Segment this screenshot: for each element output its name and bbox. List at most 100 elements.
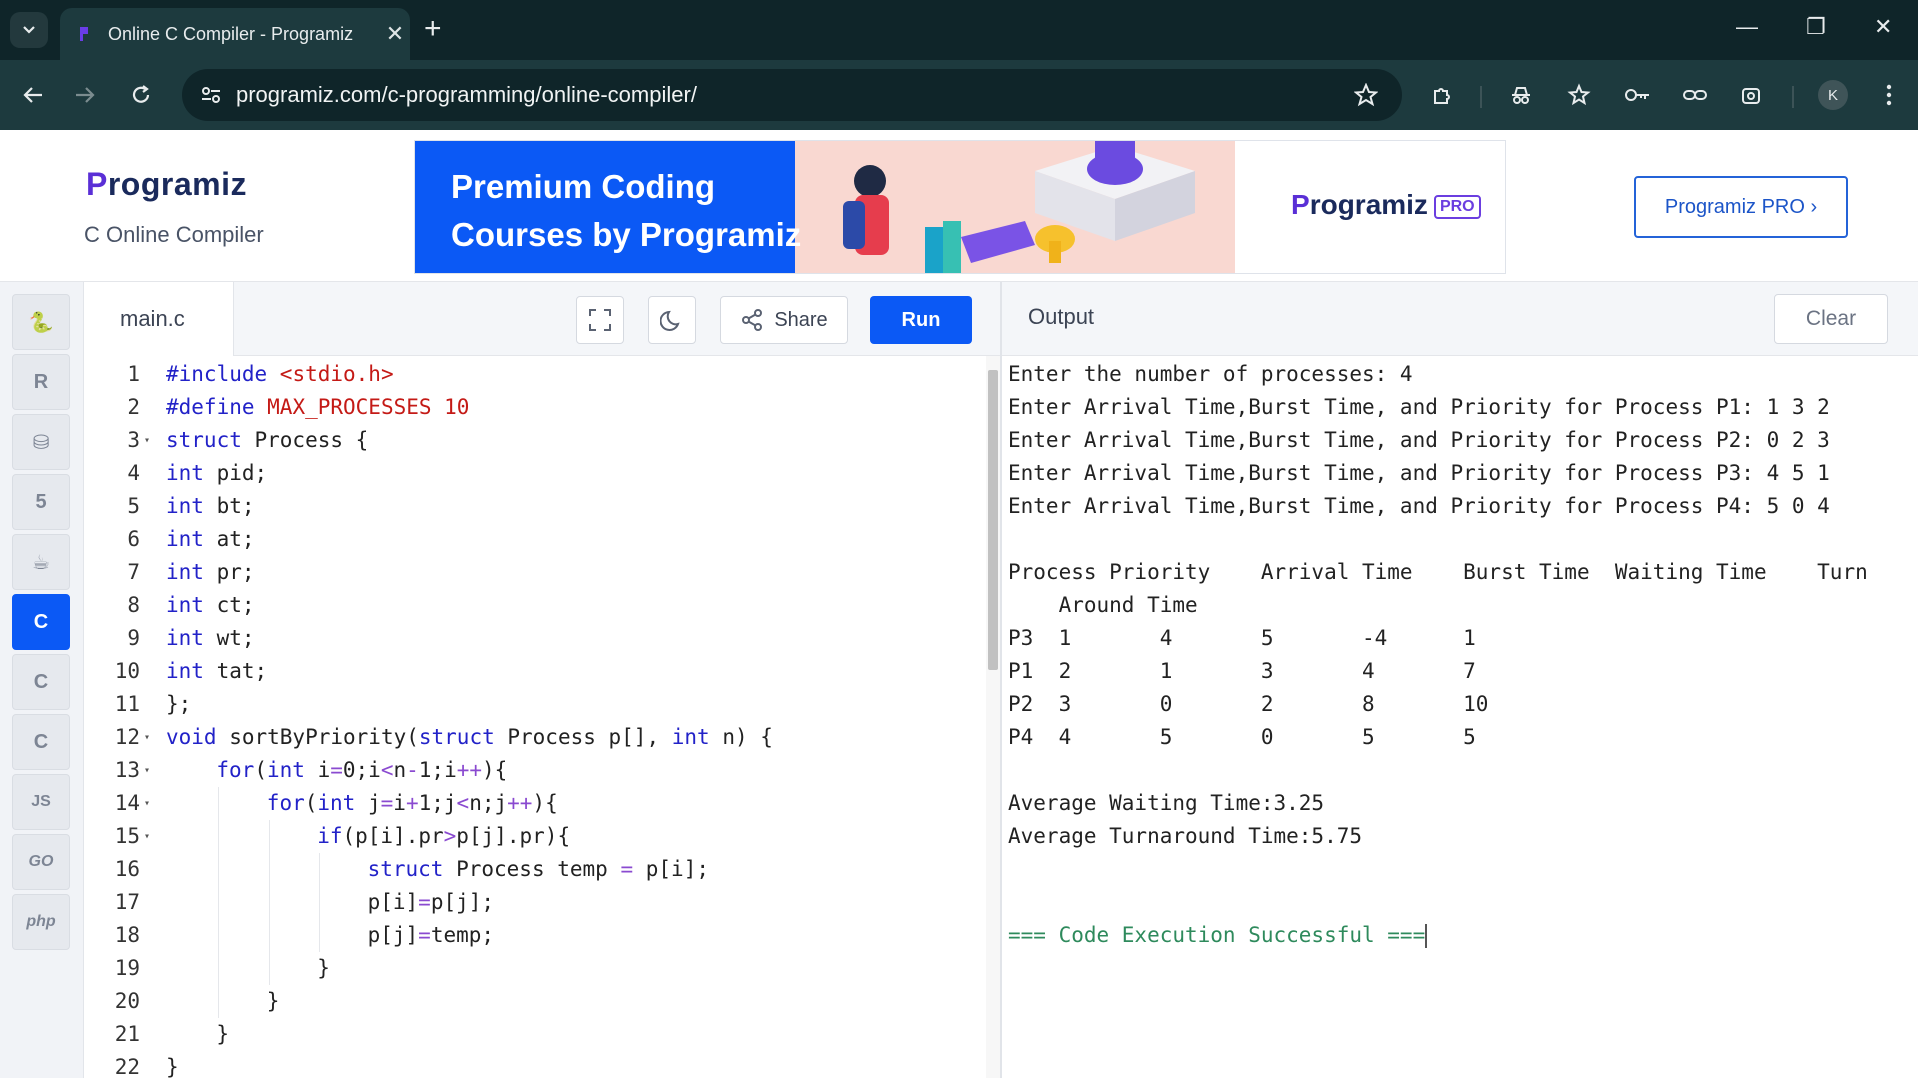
more-options-icon[interactable]	[1874, 80, 1904, 110]
language-javascript-button[interactable]: JS	[12, 774, 70, 830]
code-line[interactable]: 19}	[84, 952, 984, 985]
indent-guide	[218, 952, 220, 985]
fold-toggle-icon[interactable]: ▾	[144, 820, 150, 853]
line-number: 22	[114, 1055, 140, 1078]
code-line[interactable]: 2 #define MAX_PROCESSES 10	[84, 391, 984, 424]
ad-banner[interactable]: Premium Coding Courses by Programiz Prog…	[414, 140, 1506, 274]
language-html-button[interactable]: 5	[12, 474, 70, 530]
password-key-icon[interactable]	[1622, 80, 1652, 110]
language-python-button[interactable]: 🐍	[12, 294, 70, 350]
incognito-icon[interactable]	[1506, 80, 1536, 110]
link-icon[interactable]	[1680, 80, 1710, 110]
code-line[interactable]: 20}	[84, 985, 984, 1018]
editor-header: main.c Share Run	[84, 282, 1000, 356]
java-icon: ☕	[32, 551, 50, 574]
programiz-logo[interactable]: Programiz	[86, 166, 247, 203]
language-go-button[interactable]: GO	[12, 834, 70, 890]
fold-toggle-icon[interactable]: ▾	[144, 721, 150, 754]
code-text: }	[266, 989, 280, 1013]
indent-guide	[268, 853, 270, 886]
output-console: Enter the number of processes: 4 Enter Ar…	[1002, 356, 1918, 1078]
profile-avatar[interactable]: K	[1818, 80, 1848, 110]
close-window-button[interactable]: ✕	[1874, 14, 1892, 40]
pro-badge: PRO	[1433, 194, 1481, 219]
chevron-down-icon	[23, 26, 35, 34]
code-line[interactable]: 14 ▾ for(int j=i+1;j<n;j++){	[84, 787, 984, 820]
c-icon: C	[33, 610, 49, 633]
code-line[interactable]: 10 int tat;	[84, 655, 984, 688]
language-csharp-button[interactable]: C	[12, 714, 70, 770]
code-line[interactable]: 15 ▾ if(p[i].pr>p[j].pr){	[84, 820, 984, 853]
file-tab-main-c[interactable]: main.c	[84, 282, 234, 356]
site-settings-icon[interactable]	[200, 85, 222, 105]
output-line: Process Priority Arrival Time Burst Time…	[1008, 560, 1868, 584]
code-line[interactable]: 5 int bt;	[84, 490, 984, 523]
code-line[interactable]: 4 int pid;	[84, 457, 984, 490]
language-php-button[interactable]: php	[12, 894, 70, 950]
code-line[interactable]: 18 p[j]=temp;	[84, 919, 984, 952]
tab-search-button[interactable]	[10, 12, 48, 48]
dark-mode-button[interactable]	[648, 296, 696, 344]
reload-icon	[132, 85, 150, 103]
code-line[interactable]: 6 int at;	[84, 523, 984, 556]
minimize-window-button[interactable]: —	[1736, 14, 1758, 40]
code-line[interactable]: 9 int wt;	[84, 622, 984, 655]
language-r-button[interactable]: R	[12, 354, 70, 410]
code-text: }	[166, 1055, 179, 1078]
fold-toggle-icon[interactable]: ▾	[144, 787, 150, 820]
language-cpp-button[interactable]: C	[12, 654, 70, 710]
close-tab-icon[interactable]: ✕	[380, 21, 410, 47]
line-number: 13	[114, 758, 140, 782]
code-line[interactable]: 13 ▾ for(int i=0;i<n-1;i++){	[84, 754, 984, 787]
language-c-button[interactable]: C	[12, 594, 70, 650]
code-line[interactable]: 21}	[84, 1018, 984, 1051]
share-button[interactable]: Share	[720, 296, 848, 344]
run-button[interactable]: Run	[870, 296, 972, 344]
indent-guide	[268, 820, 270, 853]
student-books-illustration	[843, 141, 1195, 273]
new-tab-button[interactable]: +	[424, 12, 442, 46]
code-line[interactable]: 22}	[84, 1051, 984, 1078]
back-button[interactable]	[16, 78, 50, 112]
code-line[interactable]: 3 ▾ struct Process {	[84, 424, 984, 457]
share-label: Share	[774, 308, 828, 331]
language-java-button[interactable]: ☕	[12, 534, 70, 590]
clear-button[interactable]: Clear	[1774, 294, 1888, 344]
bookmark-star-icon[interactable]	[1354, 83, 1378, 107]
forward-button[interactable]	[68, 78, 102, 112]
line-number: 1	[127, 362, 140, 386]
language-sql-button[interactable]: ⛁	[12, 414, 70, 470]
code-text: for(int j=i+1;j<n;j++){	[266, 791, 558, 815]
code-text: int ct;	[166, 593, 255, 617]
screenshot-icon[interactable]	[1736, 80, 1766, 110]
address-bar[interactable]: programiz.com/c-programming/online-compi…	[182, 69, 1402, 121]
site-header: Programiz C Online Compiler Premium Codi…	[0, 130, 1918, 282]
output-line: Average Turnaround Time:5.75	[1008, 824, 1363, 848]
code-line[interactable]: 11};	[84, 688, 984, 721]
back-arrow-icon	[23, 87, 42, 103]
fold-toggle-icon[interactable]: ▾	[144, 424, 150, 457]
code-line[interactable]: 17 p[i]=p[j];	[84, 886, 984, 919]
code-line[interactable]: 7 int pr;	[84, 556, 984, 589]
code-line[interactable]: 1 #include <stdio.h>	[84, 358, 984, 391]
fold-toggle-icon[interactable]: ▾	[144, 754, 150, 787]
code-line[interactable]: 16 struct Process temp = p[i];	[84, 853, 984, 886]
line-number: 16	[114, 857, 140, 881]
programiz-pro-button[interactable]: Programiz PRO ›	[1634, 176, 1848, 238]
fullscreen-button[interactable]	[576, 296, 624, 344]
favorites-icon[interactable]	[1564, 80, 1594, 110]
banner-line-1: Premium Coding	[451, 168, 716, 205]
code-line[interactable]: 12 ▾ void sortByPriority(struct Process p[…	[84, 721, 984, 754]
text-cursor	[1425, 924, 1428, 948]
indent-guide	[319, 853, 321, 886]
code-line[interactable]: 8 int ct;	[84, 589, 984, 622]
extensions-icon[interactable]	[1428, 80, 1458, 110]
programiz-favicon-icon	[80, 27, 88, 41]
line-number: 11	[114, 692, 140, 716]
editor-scrollbar-thumb[interactable]	[988, 370, 998, 670]
code-text: }	[216, 1022, 230, 1046]
browser-tab[interactable]: Online C Compiler - Programiz ✕	[60, 8, 410, 60]
code-editor[interactable]: 1 #include <stdio.h> 2 #define MAX_PROCESSE…	[84, 356, 1000, 1078]
reload-button[interactable]	[124, 78, 158, 112]
restore-window-button[interactable]: ❐	[1806, 14, 1826, 40]
